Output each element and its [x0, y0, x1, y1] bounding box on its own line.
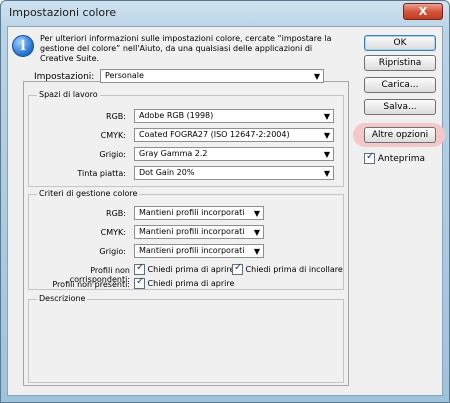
grigio-select[interactable]: Gray Gamma 2.2 ▼	[134, 147, 334, 161]
altre-opzioni-button[interactable]: Altre opzioni	[364, 127, 436, 143]
criteri-grigio-label: Grigio:	[99, 247, 126, 256]
anteprima-toggle[interactable]: Anteprima	[364, 151, 425, 164]
salva-button[interactable]: Salva...	[364, 99, 436, 115]
criteri-rgb-label: RGB:	[106, 209, 126, 218]
criteri-cmyk-value: Mantieni profili incorporati	[139, 227, 245, 236]
chiedi-aprire-option[interactable]: Chiedi prima di aprire	[134, 262, 235, 275]
chiedi-aprire2-option[interactable]: Chiedi prima di aprire	[134, 276, 235, 289]
anteprima-label: Anteprima	[377, 154, 425, 164]
rgb-value: Adobe RGB (1998)	[139, 111, 214, 120]
non-presenti-label: Profili non presenti:	[52, 280, 130, 289]
grigio-value: Gray Gamma 2.2	[139, 149, 208, 158]
chevron-down-icon: ▼	[253, 209, 260, 218]
carica-button[interactable]: Carica...	[364, 77, 436, 93]
tinta-piatta-label: Tinta piatta:	[77, 169, 126, 178]
cmyk-label: CMYK:	[100, 131, 126, 140]
chiedi-incollare-checkbox[interactable]	[232, 262, 243, 275]
close-button[interactable]: X	[403, 3, 443, 20]
cmyk-value: Coated FOGRA27 (ISO 12647-2:2004)	[139, 130, 290, 139]
chiedi-aprire2-label: Chiedi prima di aprire	[147, 279, 235, 288]
impostazioni-label: Impostazioni:	[34, 72, 95, 82]
rgb-label: RGB:	[106, 112, 126, 121]
dialog-client: i Per ulteriori informazioni sulle impos…	[7, 26, 445, 396]
criteri-grigio-value: Mantieni profili incorporati	[139, 246, 245, 255]
chevron-down-icon: ▼	[313, 72, 320, 81]
chevron-down-icon: ▼	[323, 169, 330, 178]
title-bar: Impostazioni colore X	[1, 1, 449, 25]
criteri-group-title: Criteri di gestione colore	[37, 189, 140, 198]
criteri-cmyk-select[interactable]: Mantieni profili incorporati ▼	[134, 225, 264, 239]
chevron-down-icon: ▼	[323, 112, 330, 121]
tinta-piatta-select[interactable]: Dot Gain 20% ▼	[134, 166, 334, 180]
rgb-select[interactable]: Adobe RGB (1998) ▼	[134, 109, 334, 123]
chiedi-aprire-label: Chiedi prima di aprire	[147, 265, 235, 274]
spazi-group-title: Spazi di lavoro	[37, 90, 100, 99]
chiedi-incollare-option[interactable]: Chiedi prima di incollare	[232, 262, 343, 275]
chevron-down-icon: ▼	[323, 131, 330, 140]
criteri-rgb-value: Mantieni profili incorporati	[139, 208, 245, 217]
window-title: Impostazioni colore	[9, 6, 117, 19]
chevron-down-icon: ▼	[323, 150, 330, 159]
ripristina-button[interactable]: Ripristina	[364, 55, 436, 71]
chiedi-aprire2-checkbox[interactable]	[134, 276, 145, 289]
info-icon: i	[12, 35, 34, 57]
cmyk-select[interactable]: Coated FOGRA27 (ISO 12647-2:2004) ▼	[134, 128, 334, 142]
descrizione-group-title: Descrizione	[37, 294, 88, 303]
tinta-piatta-value: Dot Gain 20%	[139, 168, 195, 177]
descrizione-group: Descrizione	[28, 294, 344, 383]
ok-button[interactable]: OK	[364, 35, 436, 51]
info-text: Per ulteriori informazioni sulle imposta…	[40, 34, 332, 63]
dialog-window: Impostazioni colore X i Per ulteriori in…	[0, 0, 450, 403]
chevron-down-icon: ▼	[253, 247, 260, 256]
chevron-down-icon: ▼	[253, 228, 260, 237]
criteri-grigio-select[interactable]: Mantieni profili incorporati ▼	[134, 244, 264, 258]
impostazioni-select[interactable]: Personale ▼	[100, 69, 324, 83]
anteprima-checkbox[interactable]	[364, 151, 375, 164]
impostazioni-value: Personale	[105, 71, 144, 80]
chiedi-incollare-label: Chiedi prima di incollare	[245, 265, 343, 274]
chiedi-aprire-checkbox[interactable]	[134, 262, 145, 275]
grigio-label: Grigio:	[99, 150, 126, 159]
criteri-cmyk-label: CMYK:	[100, 228, 126, 237]
criteri-rgb-select[interactable]: Mantieni profili incorporati ▼	[134, 206, 264, 220]
